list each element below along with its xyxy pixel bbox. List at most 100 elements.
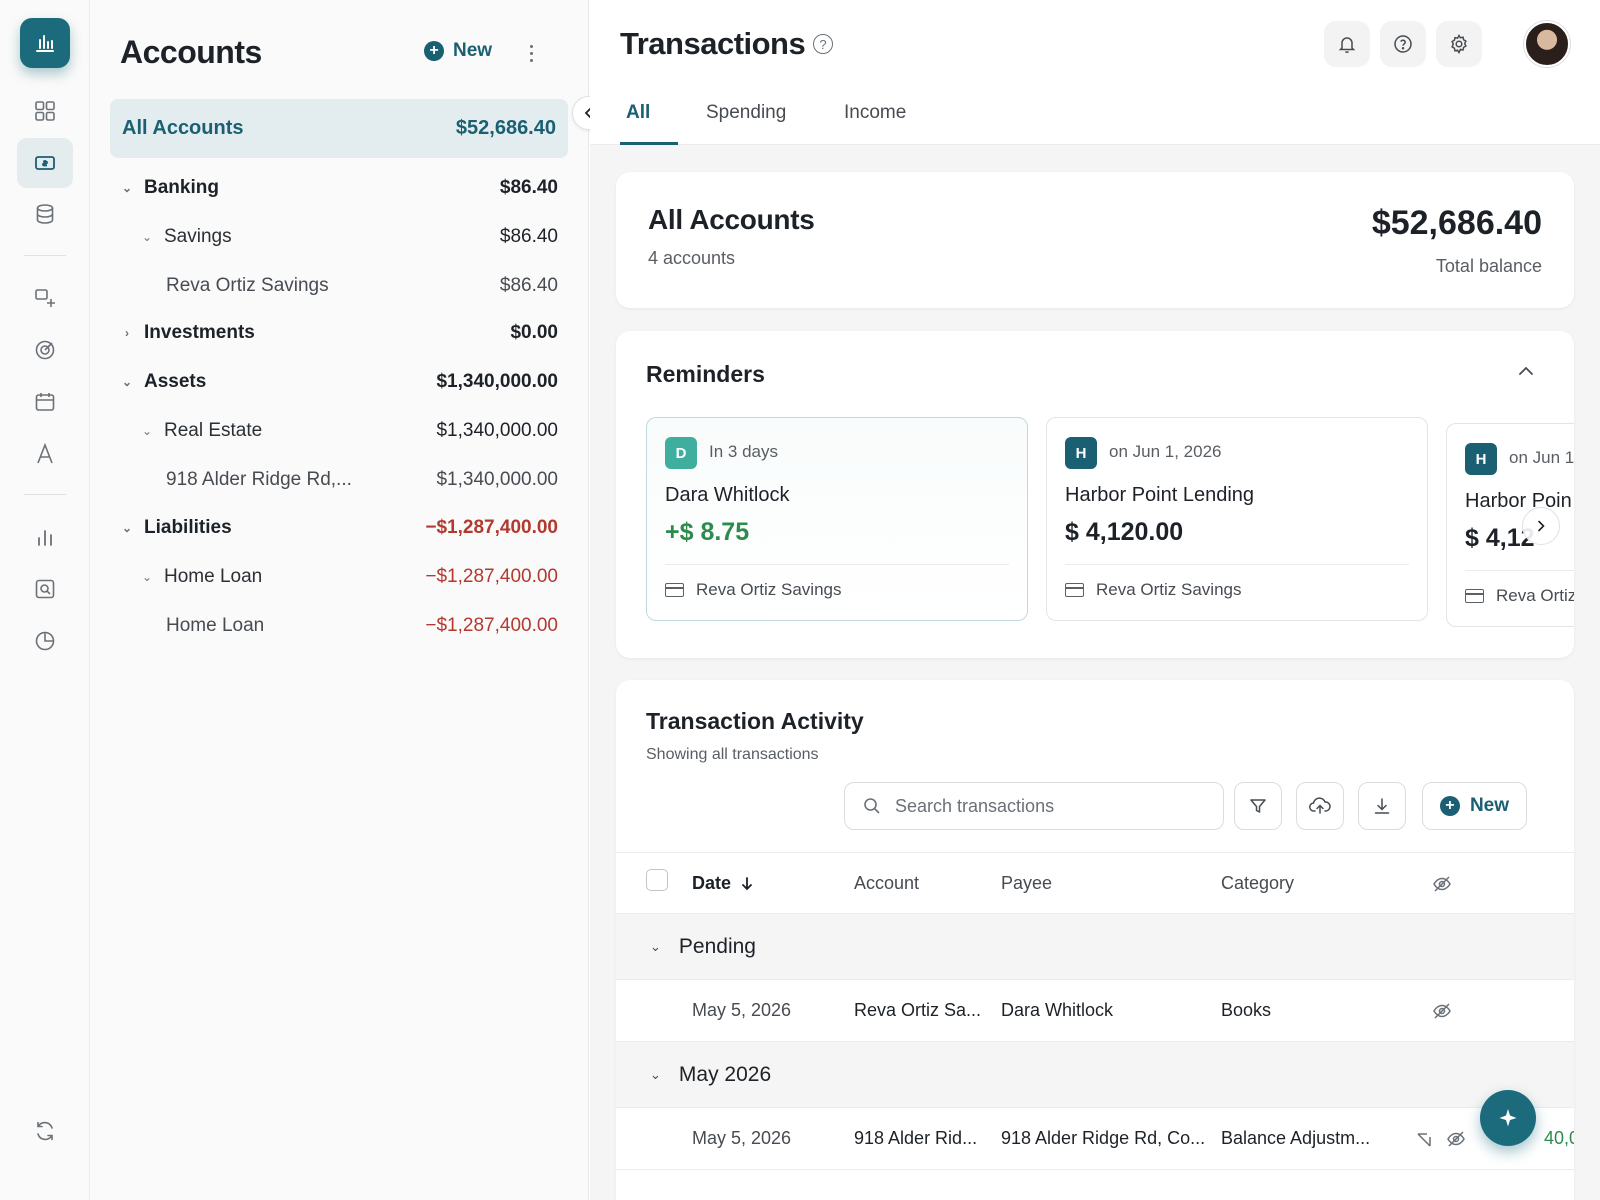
eye-off-icon[interactable] xyxy=(1432,875,1452,893)
filter-button[interactable] xyxy=(1234,782,1282,830)
search-box[interactable] xyxy=(844,782,1224,830)
transactions-icon[interactable] xyxy=(17,138,73,188)
account-group-assets[interactable]: ⌄ Assets $1,340,000.00 xyxy=(120,367,558,397)
account-row-label: Savings xyxy=(164,226,232,247)
reminder-account-label: Reva Ortiz Savings xyxy=(1096,580,1242,599)
chevron-down-icon[interactable]: ⌄ xyxy=(650,1067,661,1083)
group-header-pending[interactable]: ⌄ Pending xyxy=(616,914,1574,980)
accounts-panel: Accounts + New All Accounts $52,686.40 ⌄… xyxy=(90,0,589,1200)
chevron-down-icon[interactable]: ⌄ xyxy=(120,521,134,535)
dashboard-icon[interactable] xyxy=(17,86,73,136)
chevron-down-icon[interactable]: ⌄ xyxy=(140,424,154,438)
main-content: Transactions ? All Spending Income All A… xyxy=(590,0,1600,1200)
search-report-icon[interactable] xyxy=(17,564,73,614)
all-accounts-item[interactable]: All Accounts $52,686.40 xyxy=(110,99,568,158)
account-subgroup-savings[interactable]: ⌄ Savings $86.40 xyxy=(120,222,558,252)
account-row-amount: $1,340,000.00 xyxy=(436,371,558,392)
font-a-icon[interactable] xyxy=(17,429,73,479)
select-all-checkbox[interactable] xyxy=(646,869,668,891)
account-item-alder-ridge[interactable]: 918 Alder Ridge Rd,... $1,340,000.00 xyxy=(120,465,558,495)
account-row-label: Home Loan xyxy=(164,566,263,587)
account-row-amount: −$1,287,400.00 xyxy=(425,615,558,636)
account-item-home-loan[interactable]: Home Loan −$1,287,400.00 xyxy=(120,611,558,641)
reminder-badge: D xyxy=(665,437,697,469)
credit-card-icon xyxy=(665,583,684,597)
ai-assistant-button[interactable] xyxy=(1480,1090,1536,1146)
column-category[interactable]: Category xyxy=(1221,873,1294,894)
reports-bar-chart-icon[interactable] xyxy=(17,512,73,562)
tab-all[interactable]: All xyxy=(626,102,650,124)
notifications-bell-icon[interactable] xyxy=(1324,21,1370,67)
account-row-amount: $86.40 xyxy=(499,177,558,198)
rail-divider xyxy=(24,255,66,256)
summary-total-label: Total balance xyxy=(1435,256,1542,276)
chevron-right-icon xyxy=(1538,520,1545,532)
row-amount: 40,0 xyxy=(1544,1128,1574,1148)
reminder-when: on Jun 1, 2026 xyxy=(1109,442,1222,461)
chevron-up-icon[interactable] xyxy=(1516,361,1536,381)
chevron-right-icon[interactable]: › xyxy=(120,326,134,340)
group-label: May 2026 xyxy=(678,1062,772,1086)
reminder-payee: Dara Whitlock xyxy=(665,484,790,506)
account-group-liabilities[interactable]: ⌄ Liabilities −$1,287,400.00 xyxy=(120,513,558,543)
new-account-button[interactable]: + New xyxy=(424,40,492,62)
account-row-amount: $86.40 xyxy=(499,275,558,296)
user-avatar[interactable] xyxy=(1524,21,1570,67)
goals-target-icon[interactable] xyxy=(17,325,73,375)
reminder-card[interactable]: D In 3 days Dara Whitlock +$ 8.75 Reva O… xyxy=(646,417,1028,621)
add-rule-icon[interactable] xyxy=(17,273,73,323)
table-row[interactable]: May 5, 2026 Reva Ortiz Sa... Dara Whitlo… xyxy=(616,980,1574,1042)
chevron-down-icon[interactable]: ⌄ xyxy=(140,230,154,244)
eye-off-icon[interactable] xyxy=(1446,1130,1466,1148)
reminder-badge: H xyxy=(1065,437,1097,469)
accounts-title: Accounts xyxy=(120,34,262,70)
column-account[interactable]: Account xyxy=(854,873,919,894)
table-row[interactable]: May 5, 2026 918 Alder Rid... 918 Alder R… xyxy=(616,1108,1574,1170)
summary-title: All Accounts xyxy=(648,204,815,235)
activity-subtitle: Showing all transactions xyxy=(646,746,819,763)
new-transaction-button[interactable]: + New xyxy=(1422,782,1527,830)
chevron-down-icon[interactable]: ⌄ xyxy=(650,939,661,955)
reminder-account: Reva Ortiz xyxy=(1465,586,1574,606)
search-input[interactable] xyxy=(895,795,1195,817)
account-row-amount: −$1,287,400.00 xyxy=(425,517,558,538)
help-icon[interactable] xyxy=(1380,21,1426,67)
column-date-label: Date xyxy=(692,873,732,893)
group-header-may-2026[interactable]: ⌄ May 2026 xyxy=(616,1042,1574,1108)
reminders-next-button[interactable] xyxy=(1522,507,1560,545)
upload-button[interactable] xyxy=(1296,782,1344,830)
eye-off-icon[interactable] xyxy=(1432,1002,1452,1020)
adjustment-flag-icon[interactable] xyxy=(1416,1132,1432,1148)
database-icon[interactable] xyxy=(17,189,73,239)
credit-card-icon xyxy=(1465,589,1484,603)
account-row-label: Banking xyxy=(144,177,219,198)
calendar-icon[interactable] xyxy=(17,377,73,427)
settings-gear-icon[interactable] xyxy=(1436,21,1482,67)
account-group-investments[interactable]: › Investments $0.00 xyxy=(120,318,558,348)
help-circle-icon[interactable]: ? xyxy=(813,34,833,54)
reminder-payee: Harbor Poin xyxy=(1465,490,1572,512)
chevron-down-icon[interactable]: ⌄ xyxy=(120,375,134,389)
chevron-down-icon[interactable]: ⌄ xyxy=(120,181,134,195)
reminder-when: on Jun 1 xyxy=(1509,448,1574,467)
column-payee[interactable]: Payee xyxy=(1001,873,1052,894)
reminder-divider xyxy=(1465,570,1574,571)
account-item-reva-ortiz-savings[interactable]: Reva Ortiz Savings $86.40 xyxy=(120,271,558,301)
account-row-amount: −$1,287,400.00 xyxy=(425,566,558,587)
sync-icon[interactable] xyxy=(17,1106,73,1156)
plus-circle-icon: + xyxy=(424,41,444,61)
tab-spending[interactable]: Spending xyxy=(706,102,786,124)
pie-chart-icon[interactable] xyxy=(17,616,73,666)
column-date[interactable]: Date xyxy=(692,873,753,894)
credit-card-icon xyxy=(1065,583,1084,597)
tab-income[interactable]: Income xyxy=(844,102,906,124)
reminder-card[interactable]: H on Jun 1, 2026 Harbor Point Lending $ … xyxy=(1046,417,1428,621)
app-logo-icon[interactable] xyxy=(20,18,70,68)
more-options-icon[interactable] xyxy=(526,38,536,68)
account-group-banking[interactable]: ⌄ Banking $86.40 xyxy=(120,173,558,203)
account-subgroup-real-estate[interactable]: ⌄ Real Estate $1,340,000.00 xyxy=(120,416,558,446)
all-accounts-label: All Accounts xyxy=(122,117,244,139)
account-subgroup-home-loan[interactable]: ⌄ Home Loan −$1,287,400.00 xyxy=(120,562,558,592)
download-button[interactable] xyxy=(1358,782,1406,830)
chevron-down-icon[interactable]: ⌄ xyxy=(140,570,154,584)
